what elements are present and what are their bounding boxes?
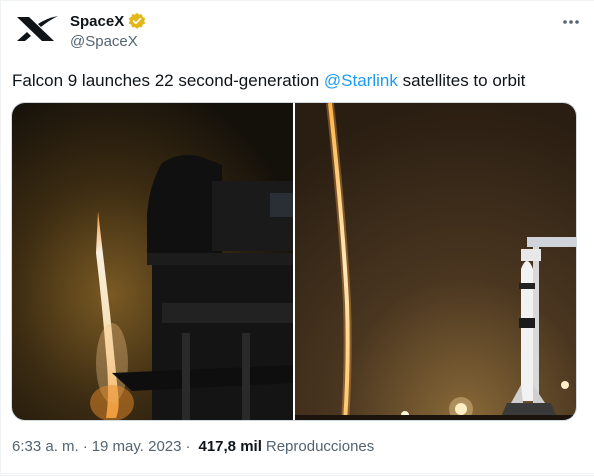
tweet-text: Falcon 9 launches 22 second-generation @…	[12, 70, 582, 92]
avatar[interactable]	[14, 9, 62, 49]
tweet-date[interactable]: 19 may. 2023	[92, 438, 182, 455]
tweet-text-start: Falcon 9 launches 22 second-generation	[12, 71, 324, 90]
display-name[interactable]: SpaceX	[70, 13, 124, 30]
verified-badge-icon	[129, 12, 146, 29]
tweet-meta: 6:33 a. m. · 19 may. 2023 · 417,8 mil Re…	[12, 438, 374, 455]
launch-streak-photo[interactable]	[295, 103, 576, 420]
more-horizontal-icon	[563, 20, 579, 24]
tweet-card: SpaceX @SpaceX Falcon 9 launches 22 seco…	[0, 0, 594, 476]
divider	[1, 473, 594, 474]
tweet-time[interactable]: 6:33 a. m.	[12, 438, 79, 455]
spacex-x-logo-icon	[17, 16, 58, 41]
tweet-text-end: satellites to orbit	[397, 71, 526, 90]
author-handle[interactable]: @SpaceX	[70, 33, 146, 50]
name-row: SpaceX	[70, 12, 146, 30]
views-count: 417,8 mil	[198, 438, 262, 455]
author-names: SpaceX @SpaceX	[70, 12, 146, 50]
views-label: Reproducciones	[265, 438, 375, 455]
starlink-mention-link[interactable]: @Starlink	[324, 71, 398, 90]
meta-separator-2: ·	[185, 438, 191, 455]
more-options-button[interactable]	[560, 11, 582, 33]
media-grid	[11, 102, 577, 421]
rocket-launch-photo[interactable]	[12, 103, 293, 420]
meta-separator: ·	[82, 438, 88, 455]
tweet-header: SpaceX @SpaceX	[14, 9, 582, 53]
